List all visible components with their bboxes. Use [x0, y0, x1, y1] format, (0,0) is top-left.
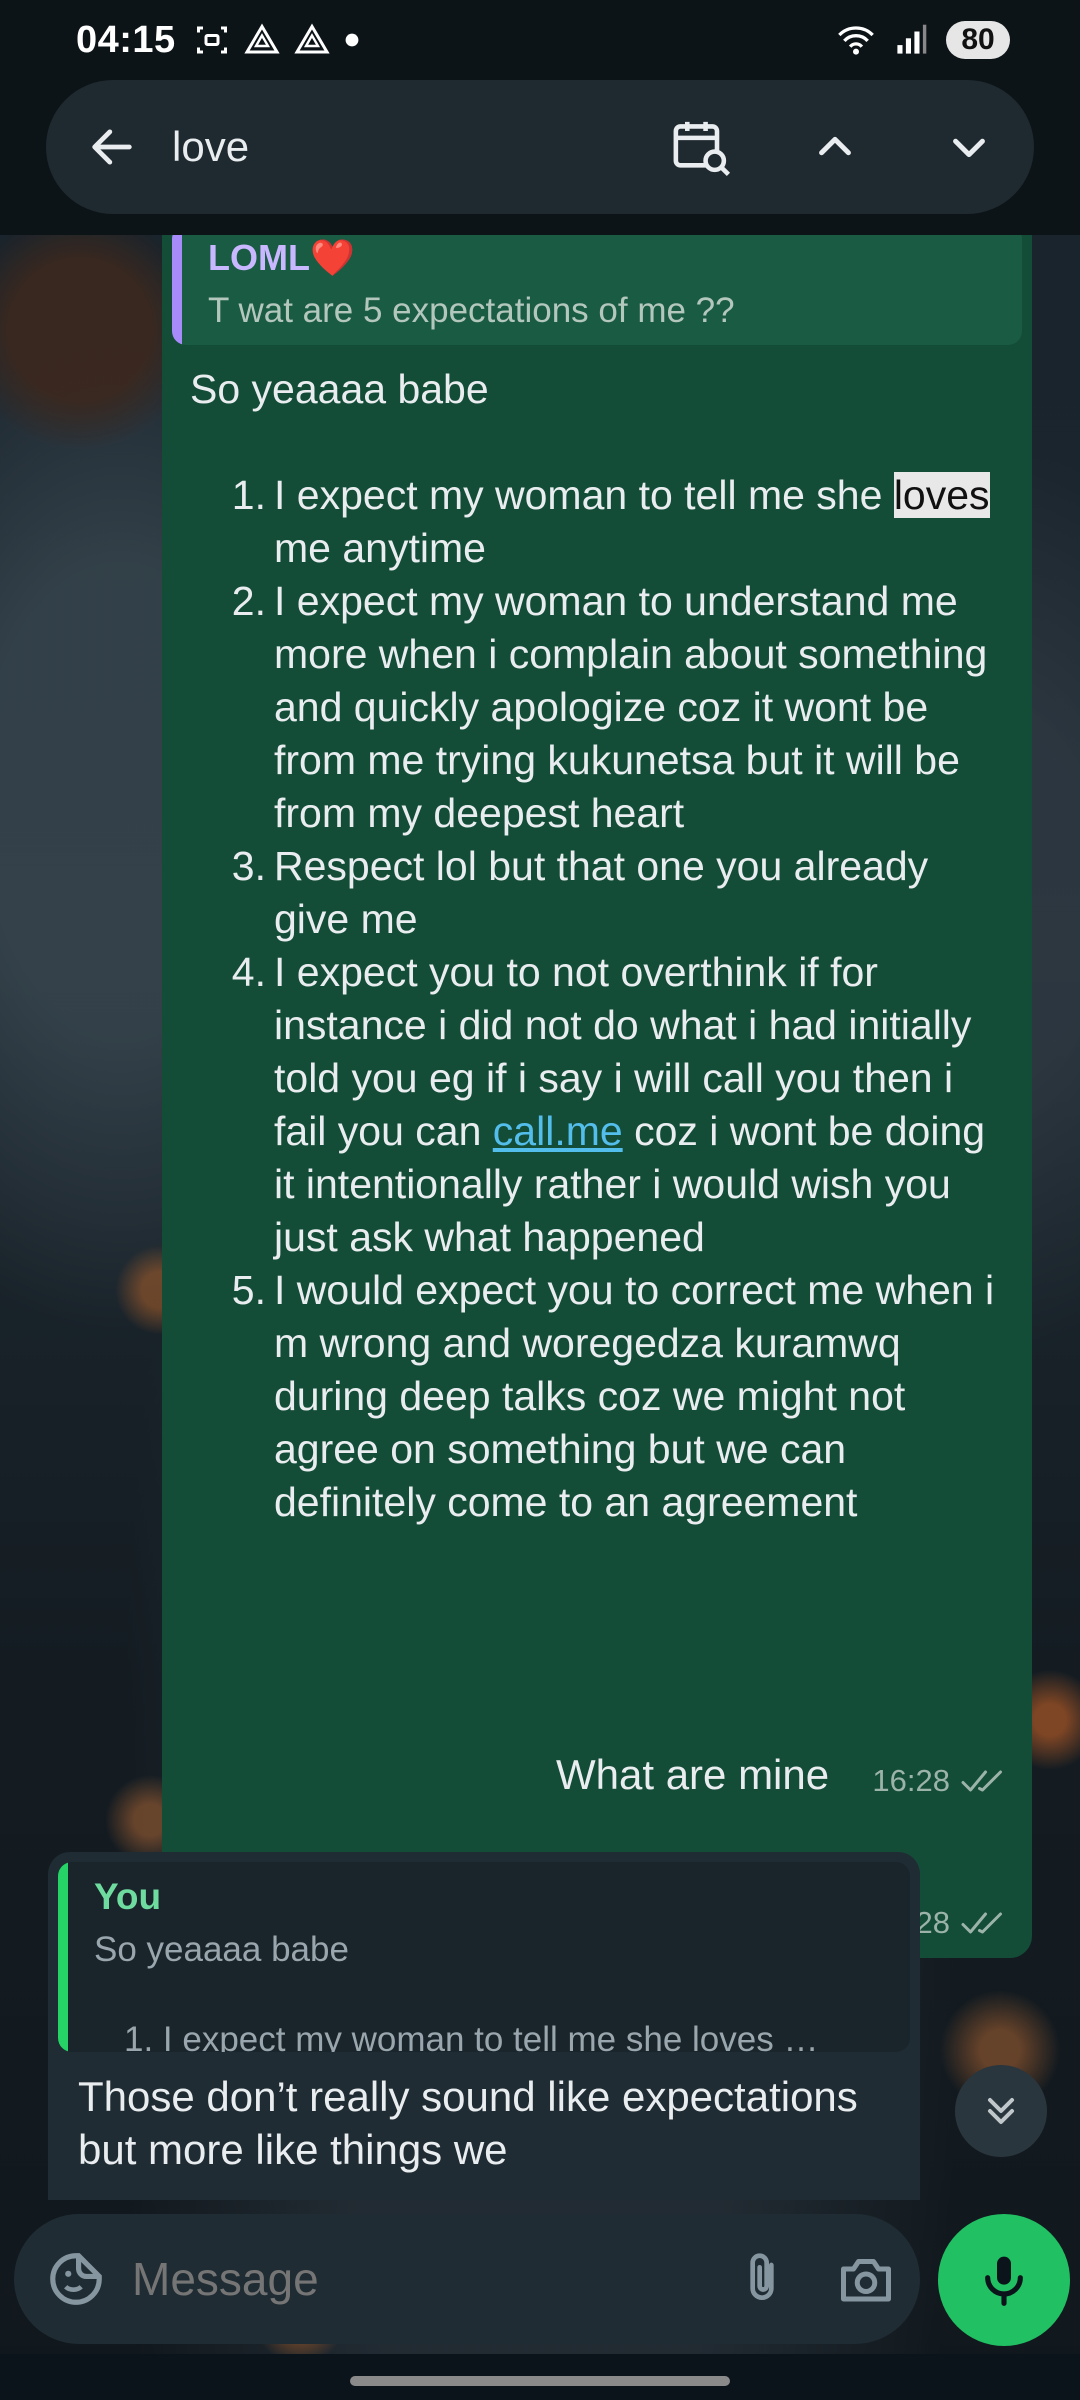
signal-icon	[897, 24, 927, 54]
quote-text: T wat are 5 expectations of me ??	[208, 291, 735, 330]
quoted-message[interactable]: You So yeaaaa babe 1. I expect my woman …	[58, 1862, 910, 2052]
quote-sender-name: You	[94, 1876, 162, 1917]
sticker-button[interactable]	[44, 2244, 108, 2314]
search-by-date-button[interactable]	[666, 112, 736, 182]
double-chevron-down-icon	[987, 2097, 1015, 2125]
message-text: What are mine	[556, 1751, 830, 1798]
navigation-bar	[0, 2354, 1080, 2400]
paperclip-icon	[750, 2253, 774, 2300]
scroll-to-bottom-button[interactable]	[955, 2065, 1047, 2157]
quoted-message[interactable]: LOML❤️ T wat are 5 expectations of me ??	[172, 235, 1022, 345]
search-input[interactable]: love	[172, 123, 666, 171]
double-check-icon	[961, 1770, 1002, 1792]
drive-icon	[244, 23, 280, 54]
sticker-icon	[50, 2253, 102, 2305]
status-notification-icons	[194, 22, 360, 58]
calendar-search-icon	[673, 121, 731, 177]
quote-accent-bar	[58, 1862, 68, 2052]
message-composer	[14, 2214, 920, 2344]
status-bar: 04:15 80	[0, 0, 1080, 80]
search-highlight: loves	[893, 472, 990, 518]
camera-icon	[841, 2259, 891, 2302]
mic-icon	[985, 2256, 1023, 2306]
battery-indicator: 80	[946, 21, 1010, 59]
list-item: 2. I expect my woman to understand me mor…	[231, 578, 988, 836]
message-intro: So yeaaaa babe	[190, 366, 489, 412]
expectations-list: 1. I expect my woman to tell me she loves…	[190, 469, 1010, 1529]
drive-icon	[294, 23, 330, 54]
quote-text: So yeaaaa babe	[94, 1930, 349, 1969]
dot-icon	[345, 33, 359, 47]
list-item: 1. I expect my woman to tell me she loves…	[231, 472, 990, 571]
outgoing-message[interactable]: What are mine 16:28	[528, 1735, 1032, 1821]
screenshot-icon	[196, 26, 227, 54]
attach-button[interactable]	[730, 2244, 794, 2314]
home-indicator[interactable]	[350, 2376, 730, 2386]
message-time: 16:28	[872, 1763, 950, 1798]
chevron-down-icon	[953, 138, 985, 158]
next-result-button[interactable]	[934, 112, 1004, 182]
outgoing-message[interactable]: LOML❤️ T wat are 5 expectations of me ??…	[162, 235, 1032, 1958]
double-check-icon	[961, 1912, 1002, 1934]
message-input[interactable]	[132, 2252, 730, 2306]
search-bar: love	[46, 80, 1034, 214]
list-item: 5. I would expect you to correct me when …	[231, 1267, 995, 1525]
back-button[interactable]	[82, 117, 142, 177]
incoming-message[interactable]: You So yeaaaa babe 1. I expect my woman …	[48, 1852, 920, 2200]
message-text: So yeaaaa babe 1. I expect my woman to te…	[190, 363, 1010, 1529]
quote-text: 1. I expect my woman to tell me she love…	[124, 2020, 819, 2052]
search-header: love	[0, 80, 1080, 235]
wifi-icon	[838, 26, 874, 55]
quote-accent-bar	[172, 235, 182, 345]
message-link[interactable]: call.me	[493, 1108, 623, 1154]
message-list[interactable]: LOML❤️ T wat are 5 expectations of me ??…	[0, 235, 1080, 2200]
quote-sender-name: LOML❤️	[208, 237, 355, 278]
previous-result-button[interactable]	[800, 112, 870, 182]
message-meta: 16:28	[872, 1763, 1008, 1799]
chevron-up-icon	[819, 136, 851, 156]
list-item: 4. I expect you to not overthink if for i…	[231, 949, 986, 1260]
status-right: 80	[836, 21, 1010, 59]
camera-button[interactable]	[834, 2244, 898, 2314]
back-arrow-icon	[92, 129, 132, 165]
message-text: Those don’t really sound like expectatio…	[78, 2073, 858, 2173]
list-item: 3. Respect lol but that one you already g…	[231, 843, 929, 942]
status-time: 04:15	[76, 18, 176, 61]
voice-message-button[interactable]	[938, 2214, 1070, 2346]
